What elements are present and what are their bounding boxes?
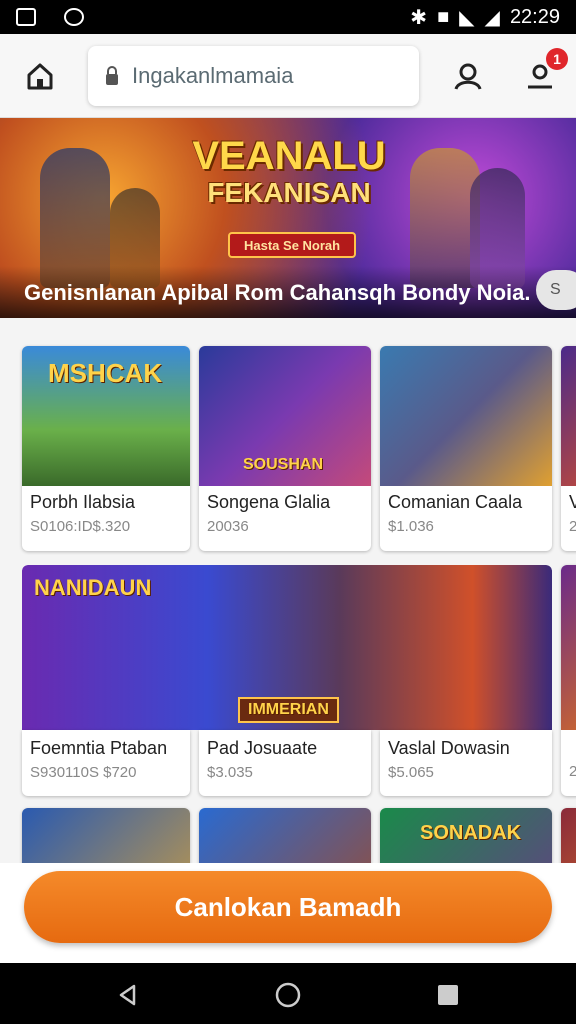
game-thumbnail: [22, 808, 190, 863]
game-thumbnail: MSHCAK: [22, 346, 190, 486]
game-thumbnail: [380, 346, 552, 486]
game-thumbnail: [561, 808, 576, 863]
notification-badge: 1: [546, 48, 568, 70]
clock-notification-icon: [64, 8, 84, 26]
game-thumbnail: SONADAK: [380, 808, 552, 863]
game-card[interactable]: Comanian Caala $1.036: [380, 346, 552, 551]
game-title: Porbh Ilabsia: [30, 492, 136, 512]
back-triangle-icon: [119, 984, 136, 1006]
game-price: $3.035: [207, 764, 253, 781]
bluetooth-icon: ✱: [410, 6, 428, 29]
game-thumbnail: [199, 808, 371, 863]
user-icon: [454, 63, 482, 90]
address-text: Ingakanlmamaia: [132, 63, 294, 88]
game-card[interactable]: [561, 808, 576, 863]
game-title: Vaslal Dowasin: [388, 738, 510, 758]
game-card[interactable]: SONADAK: [380, 808, 552, 863]
status-time: 22:29: [509, 5, 560, 28]
thumbnail-title: SOUSHAN: [243, 456, 324, 473]
game-thumbnail: [561, 565, 576, 730]
game-title: Songena Glalia: [207, 492, 331, 512]
hero-next-button[interactable]: S: [536, 270, 576, 310]
game-price: S0106:ID$.320: [30, 518, 131, 535]
status-bar: ✱ ■ ◣ ◢ 22:29: [0, 0, 576, 34]
game-card[interactable]: [22, 808, 190, 863]
home-button[interactable]: [18, 54, 62, 98]
game-card[interactable]: V 2: [561, 346, 576, 551]
notifications-button[interactable]: 1: [518, 48, 568, 98]
thumbnail-title: SONADAK: [420, 822, 522, 844]
game-card[interactable]: 2: [561, 565, 576, 796]
hero-title: VEANALU FEKANISAN: [184, 136, 394, 210]
hero-title-line2: FEKANISAN: [207, 177, 371, 208]
game-grid: MSHCAK Porbh Ilabsia S0106:ID$.320 SOUSH…: [0, 318, 576, 863]
game-card[interactable]: [199, 808, 371, 863]
back-button[interactable]: [108, 975, 148, 1015]
game-card[interactable]: SOUSHAN Songena Glalia 20036: [199, 346, 371, 551]
recents-button[interactable]: [428, 975, 468, 1015]
game-card[interactable]: Foemntia Ptaban S930110S $720: [22, 730, 190, 796]
game-title: Comanian Caala: [388, 492, 523, 512]
home-circle-icon: [275, 982, 301, 1008]
address-bar[interactable]: Ingakanlmamaia: [88, 46, 419, 106]
hero-banner[interactable]: VEANALU FEKANISAN Hasta Se Norah Genisnl…: [0, 118, 576, 318]
featured-thumbnail: NANIDAUN IMMERIAN: [22, 565, 552, 730]
home-nav-button[interactable]: [268, 975, 308, 1015]
browser-toolbar: Ingakanlmamaia 1: [0, 34, 576, 118]
game-price: 20036: [207, 518, 249, 535]
game-price: S930110S $720: [30, 764, 137, 781]
game-price: 2: [569, 763, 576, 780]
game-price: 2: [569, 518, 576, 535]
game-price: $5.065: [388, 764, 434, 781]
game-title: V: [569, 492, 576, 512]
gallery-notification-icon: [16, 8, 36, 26]
featured-title-art: NANIDAUN: [34, 575, 152, 600]
home-icon: [27, 63, 53, 90]
game-card[interactable]: MSHCAK Porbh Ilabsia S0106:ID$.320: [22, 346, 190, 551]
featured-tag-art: IMMERIAN: [238, 697, 339, 723]
game-card[interactable]: Vaslal Dowasin $5.065: [380, 730, 552, 796]
app-notification-icon: ■: [437, 5, 450, 28]
game-title: Pad Josuaate: [207, 738, 318, 758]
primary-cta-button[interactable]: Canlokan Bamadh: [24, 871, 552, 943]
lock-icon: [106, 66, 118, 85]
game-thumbnail: SOUSHAN: [199, 346, 371, 486]
thumbnail-title: MSHCAK: [48, 358, 163, 388]
cta-bar: Canlokan Bamadh: [0, 863, 576, 963]
recents-square-icon: [438, 985, 458, 1005]
wifi-icon: ◣: [459, 6, 475, 29]
game-price: $1.036: [388, 518, 434, 535]
hero-caption: Genisnlanan Apibal Rom Cahansqh Bondy No…: [0, 266, 576, 318]
hero-tag: Hasta Se Norah: [228, 232, 357, 258]
signal-icon: ◢: [484, 6, 500, 29]
system-navigation-bar: [0, 963, 576, 1024]
game-card[interactable]: Pad Josuaate $3.035: [199, 730, 371, 796]
game-title: Foemntia Ptaban: [30, 738, 168, 758]
hero-title-line1: VEANALU: [192, 134, 386, 178]
game-thumbnail: [561, 346, 576, 486]
account-button[interactable]: [446, 54, 490, 98]
